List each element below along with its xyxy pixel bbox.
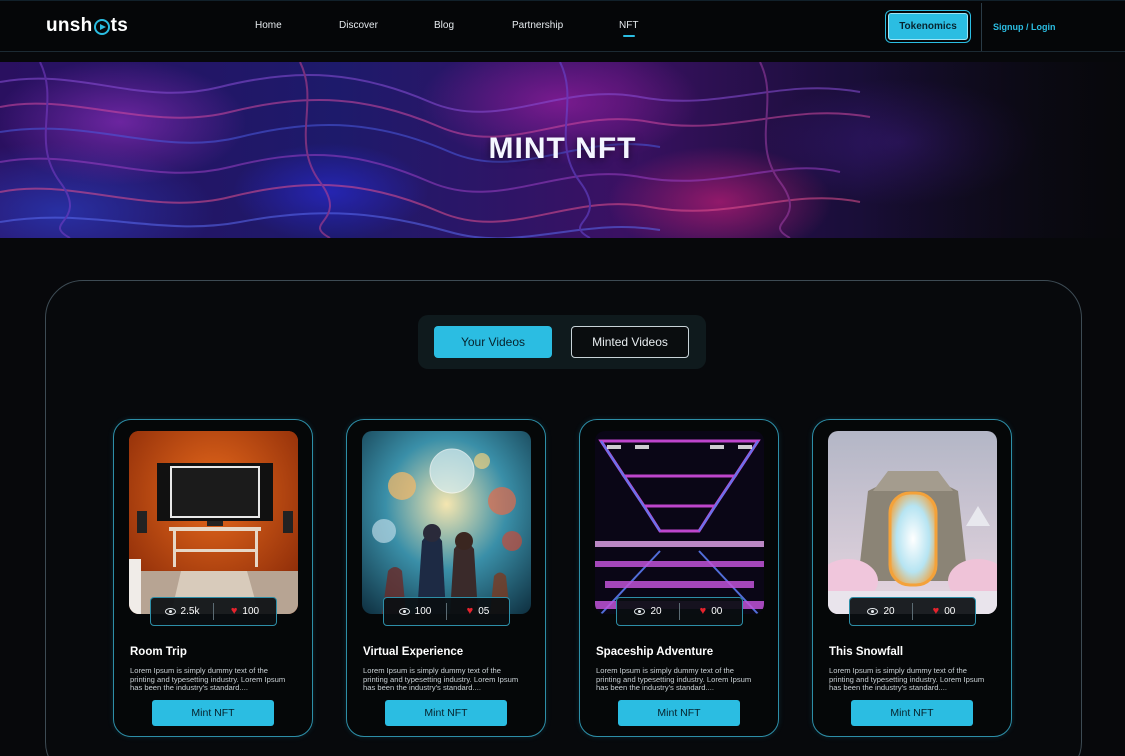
eye-icon [867,608,879,615]
eye-icon [398,608,410,615]
video-description: Lorem Ipsum is simply dummy text of the … [363,667,519,693]
snowfall-image [828,431,997,614]
heart-icon[interactable]: ♥ [231,606,238,617]
video-stats: 20 ♥ 00 [849,597,976,626]
page-title: MINT NFT [488,132,637,165]
mint-nft-button[interactable]: Mint NFT [385,700,507,726]
likes-stat: ♥ 00 [680,606,742,618]
video-card: 2.5k ♥ 100 Room Trip Lorem Ipsum is simp… [113,419,313,737]
signup-login-link[interactable]: Signup / Login [993,22,1056,32]
video-description: Lorem Ipsum is simply dummy text of the … [829,667,985,693]
video-card: 20 ♥ 00 This Snowfall Lorem Ipsum is sim… [812,419,1012,737]
tab-your-videos[interactable]: Your Videos [434,326,552,358]
video-title: Virtual Experience [363,646,464,658]
heart-icon[interactable]: ♥ [700,606,707,617]
nav-link-partnership[interactable]: Partnership [512,20,563,31]
hero-banner: MINT NFT [0,62,1125,238]
room-image [129,431,298,614]
video-thumbnail[interactable] [129,431,298,614]
mint-nft-button[interactable]: Mint NFT [618,700,740,726]
video-card: 100 ♥ 05 Virtual Experience Lorem Ipsum … [346,419,546,737]
top-navbar: unsh ts Home Discover Blog Partnership N… [0,0,1125,52]
video-title: This Snowfall [829,646,904,658]
video-tabs: Your Videos Minted Videos [418,315,706,369]
likes-stat: ♥ 00 [913,606,975,618]
video-stats: 100 ♥ 05 [383,597,510,626]
nav-link-discover[interactable]: Discover [339,20,378,31]
likes-count: 05 [478,606,490,617]
mint-nft-button[interactable]: Mint NFT [851,700,973,726]
tab-minted-videos[interactable]: Minted Videos [571,326,689,358]
nav-link-home[interactable]: Home [255,20,282,31]
video-thumbnail[interactable] [828,431,997,614]
video-thumbnail[interactable] [595,431,764,614]
video-title: Spaceship Adventure [596,646,714,658]
video-stats: 2.5k ♥ 100 [150,597,277,626]
likes-stat: ♥ 100 [214,606,276,618]
likes-count: 100 [242,606,260,617]
eye-icon [164,608,176,615]
video-description: Lorem Ipsum is simply dummy text of the … [596,667,752,693]
spaceship-image [595,431,764,614]
video-stats: 20 ♥ 00 [616,597,743,626]
views-count: 20 [650,606,662,617]
heart-icon[interactable]: ♥ [467,606,474,617]
likes-count: 00 [711,606,723,617]
heart-icon[interactable]: ♥ [933,606,940,617]
tokenomics-button[interactable]: Tokenomics [888,13,968,40]
views-stat: 100 [384,606,446,617]
likes-stat: ♥ 05 [447,606,509,618]
nav-link-nft[interactable]: NFT [619,20,638,37]
nav-divider [981,3,982,51]
views-count: 20 [883,606,895,617]
virtual-experience-image [362,431,531,614]
video-thumbnail[interactable] [362,431,531,614]
views-stat: 2.5k [151,606,213,617]
views-stat: 20 [850,606,912,617]
mint-nft-button[interactable]: Mint NFT [152,700,274,726]
nav-link-blog[interactable]: Blog [434,20,454,31]
video-description: Lorem Ipsum is simply dummy text of the … [130,667,286,693]
video-card: 20 ♥ 00 Spaceship Adventure Lorem Ipsum … [579,419,779,737]
eye-icon [634,608,646,615]
views-count: 100 [414,606,432,617]
views-stat: 20 [617,606,679,617]
video-title: Room Trip [130,646,187,658]
views-count: 2.5k [180,606,200,617]
likes-count: 00 [944,606,956,617]
